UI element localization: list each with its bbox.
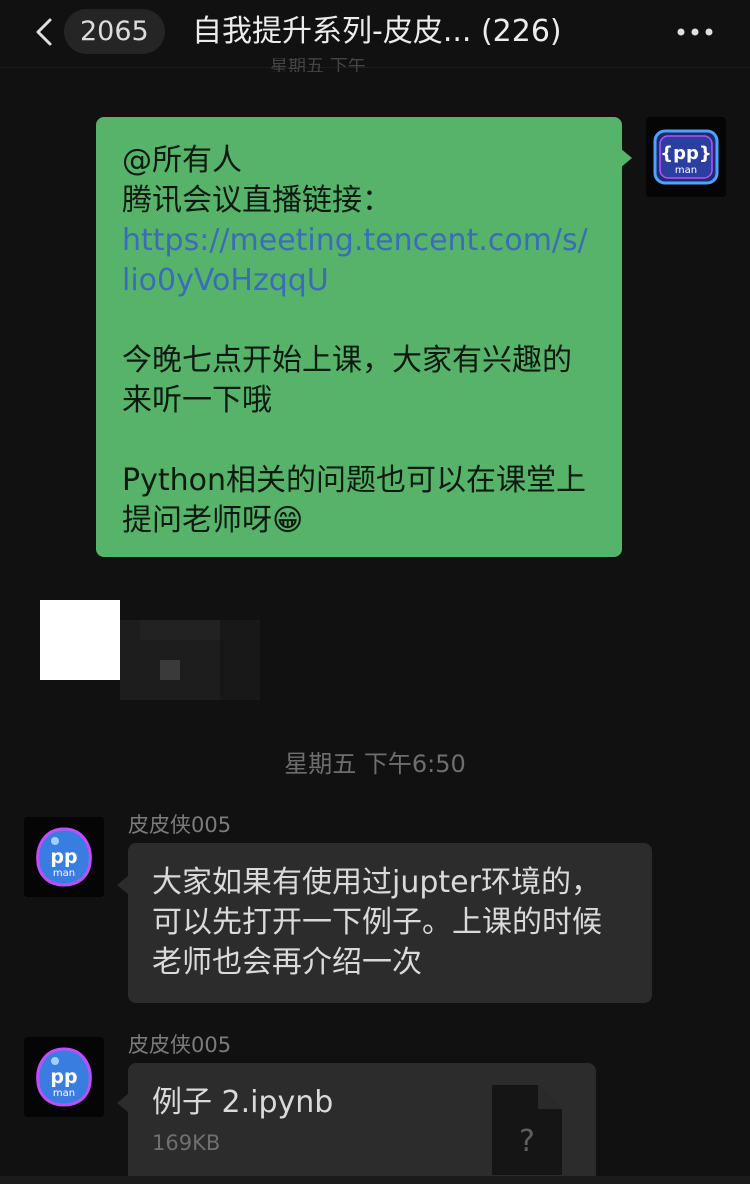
file-name: 例子 2.ipynb <box>152 1085 334 1120</box>
file-message-bubble[interactable]: 例子 2.ipynb 169KB ? <box>128 1063 596 1184</box>
avatar[interactable]: pp man <box>24 1037 104 1117</box>
ppman-logo-avatar: {pp} man <box>646 117 726 197</box>
blurred-image <box>120 620 260 700</box>
svg-text:pp: pp <box>50 1066 77 1088</box>
meeting-link[interactable]: https://meeting.tencent.com/s/lio0yVoHzq… <box>122 221 596 301</box>
chevron-left-icon <box>36 18 52 46</box>
svg-text:pp: pp <box>50 846 77 868</box>
unread-count-badge[interactable]: 2065 <box>64 9 165 54</box>
mention-line: @所有人 <box>122 143 242 178</box>
message-timestamp: 星期五 下午6:50 <box>284 750 466 778</box>
incoming-message-bubble[interactable]: 大家如果有使用过jupter环境的，可以先打开一下例子。上课的时候老师也会再介绍… <box>128 843 652 1003</box>
unknown-file-icon: ? <box>492 1085 562 1175</box>
message-paragraph: 今晚七点开始上课，大家有兴趣的来听一下哦 <box>122 343 572 418</box>
svg-text:man: man <box>53 868 75 879</box>
svg-text:{pp}: {pp} <box>660 143 711 164</box>
chat-header: 2065 自我提升系列-皮皮... (226) <box>0 0 750 68</box>
message-line: 腾讯会议直播链接： <box>122 183 392 218</box>
sender-name: 皮皮侠005 <box>128 813 232 837</box>
more-horizontal-icon <box>677 28 713 36</box>
chat-title: 自我提升系列-皮皮... (226) <box>192 14 562 49</box>
input-bar-edge <box>0 1176 750 1184</box>
avatar[interactable]: {pp} man <box>646 117 726 197</box>
file-size: 169KB <box>152 1131 221 1155</box>
image-message[interactable] <box>40 600 120 680</box>
outgoing-message-bubble[interactable]: @所有人 腾讯会议直播链接： https://meeting.tencent.c… <box>96 117 622 557</box>
file-icon-glyph: ? <box>519 1124 535 1159</box>
ppman-logo-avatar: pp man <box>24 817 104 897</box>
more-options-button[interactable] <box>672 18 718 46</box>
message-text: 大家如果有使用过jupter环境的，可以先打开一下例子。上课的时候老师也会再介绍… <box>152 865 602 980</box>
ppman-logo-avatar: pp man <box>24 1037 104 1117</box>
svg-text:man: man <box>675 165 697 176</box>
svg-text:man: man <box>53 1088 75 1099</box>
avatar[interactable]: pp man <box>24 817 104 897</box>
sender-name: 皮皮侠005 <box>128 1033 232 1057</box>
back-button[interactable] <box>26 12 66 52</box>
message-paragraph: Python相关的问题也可以在课堂上提问老师呀😁 <box>122 463 586 538</box>
partial-timestamp: 星期五 下午 <box>270 58 366 72</box>
